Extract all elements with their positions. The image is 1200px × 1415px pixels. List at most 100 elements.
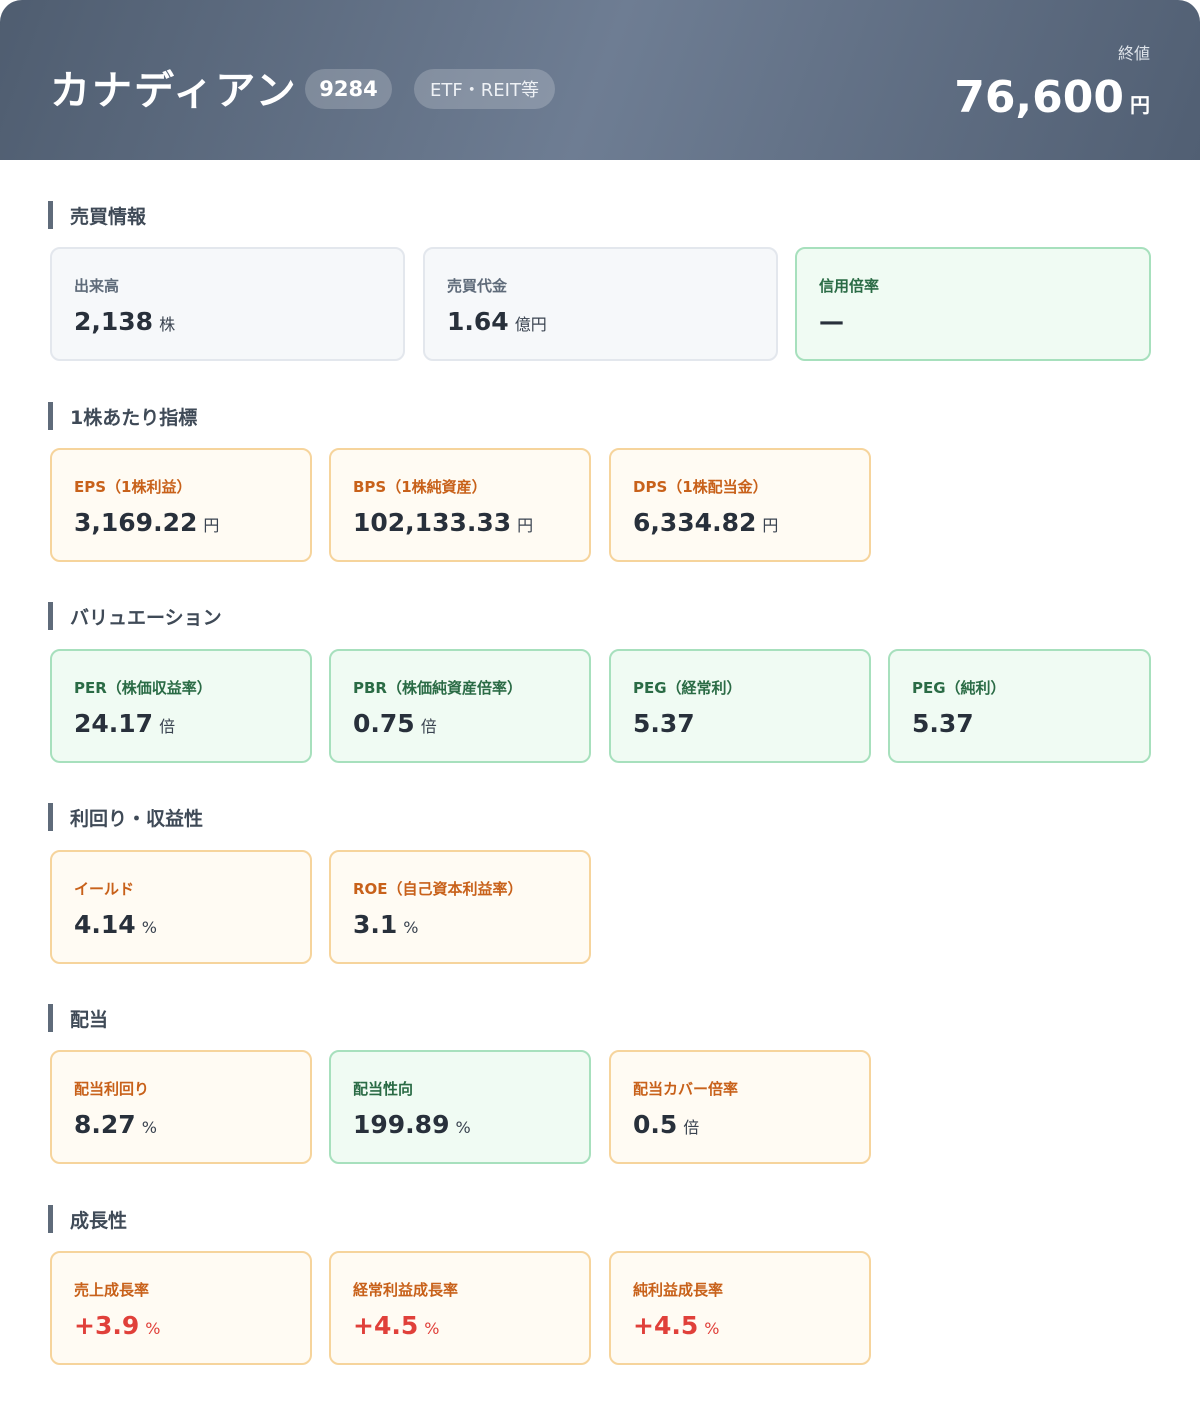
card-value: 0.5 倍	[633, 1110, 699, 1139]
section-title-dividend: 配当	[48, 1004, 108, 1032]
card-unit: %	[141, 1118, 157, 1137]
card-value: 5.37	[633, 709, 701, 738]
card-unit: 円	[762, 516, 779, 535]
card-number: 3.1	[353, 910, 398, 939]
card-unit: 倍	[683, 1118, 700, 1137]
card-number: 2,138	[74, 307, 154, 336]
card-number: 4.14	[74, 910, 136, 939]
card-number: +4.5	[633, 1311, 699, 1340]
card-unit: 億円	[514, 315, 547, 334]
card-number: 6,334.82	[633, 508, 757, 537]
card-trading-value: 売買代金 1.64 億円	[423, 247, 778, 361]
card-number: 102,133.33	[353, 508, 512, 537]
card-unit: %	[455, 1118, 471, 1137]
card-label: 経常利益成長率	[353, 1281, 459, 1299]
card-sales-growth: 売上成長率 +3.9 %	[50, 1251, 312, 1365]
card-unit: 株	[159, 315, 176, 334]
card-value: —	[819, 307, 850, 336]
card-unit: %	[424, 1319, 440, 1338]
card-dividend-yield: 配当利回り 8.27 %	[50, 1050, 312, 1164]
section-title-growth: 成長性	[48, 1205, 127, 1233]
card-dps: DPS（1株配当金） 6,334.82 円	[609, 448, 871, 562]
card-unit: 円	[517, 516, 534, 535]
card-number: —	[819, 307, 844, 336]
card-value: 24.17 倍	[74, 709, 175, 738]
card-label: 信用倍率	[819, 277, 880, 295]
card-number: 3,169.22	[74, 508, 198, 537]
card-value: 5.37	[912, 709, 980, 738]
card-number: +3.9	[74, 1311, 140, 1340]
card-number: 1.64	[447, 307, 509, 336]
card-per: PER（株価収益率） 24.17 倍	[50, 649, 312, 763]
card-label: 配当利回り	[74, 1080, 150, 1098]
card-value: 199.89 %	[353, 1110, 471, 1139]
card-label: 配当カバー倍率	[633, 1080, 739, 1098]
card-value: 1.64 億円	[447, 307, 547, 336]
card-value: +4.5 %	[633, 1311, 719, 1340]
section-title-per-share: 1株あたり指標	[48, 402, 197, 430]
card-unit: 倍	[159, 717, 176, 736]
card-number: 199.89	[353, 1110, 450, 1139]
close-price-label: 終値	[1117, 44, 1150, 63]
stock-code-badge: 9284	[305, 69, 392, 109]
card-peg-ordinary: PEG（経常利） 5.37	[609, 649, 871, 763]
card-peg-net: PEG（純利） 5.37	[888, 649, 1151, 763]
card-label: 配当性向	[353, 1080, 414, 1098]
card-value: 8.27 %	[74, 1110, 157, 1139]
card-value: 4.14 %	[74, 910, 157, 939]
card-net-growth: 純利益成長率 +4.5 %	[609, 1251, 871, 1365]
card-dividend-cover: 配当カバー倍率 0.5 倍	[609, 1050, 871, 1164]
card-number: 8.27	[74, 1110, 136, 1139]
card-label: PER（株価収益率）	[74, 679, 212, 697]
card-value: 0.75 倍	[353, 709, 437, 738]
card-number: 5.37	[912, 709, 974, 738]
card-value: 3,169.22 円	[74, 508, 219, 537]
section-title-valuation: バリュエーション	[48, 602, 222, 630]
card-value: 3.1 %	[353, 910, 419, 939]
stock-name: カナディアン	[50, 68, 298, 114]
card-value: 2,138 株	[74, 307, 175, 336]
section-title-trading: 売買情報	[48, 201, 146, 229]
card-label: 出来高	[74, 277, 120, 295]
card-margin-ratio: 信用倍率 —	[795, 247, 1151, 361]
card-eps: EPS（1株利益） 3,169.22 円	[50, 448, 312, 562]
card-value: 6,334.82 円	[633, 508, 778, 537]
card-label: イールド	[74, 880, 135, 898]
category-badge: ETF・REIT等	[414, 69, 555, 109]
card-label: 純利益成長率	[633, 1281, 724, 1299]
card-unit: %	[403, 918, 419, 937]
close-price: 76,600 円	[954, 72, 1150, 123]
card-label: EPS（1株利益）	[74, 478, 192, 496]
card-label: 売上成長率	[74, 1281, 150, 1299]
card-volume: 出来高 2,138 株	[50, 247, 405, 361]
close-price-value: 76,600	[954, 72, 1124, 123]
card-number: 5.37	[633, 709, 695, 738]
card-ordinary-growth: 経常利益成長率 +4.5 %	[329, 1251, 591, 1365]
card-label: ROE（自己資本利益率）	[353, 880, 523, 898]
card-number: 0.5	[633, 1110, 678, 1139]
card-roe: ROE（自己資本利益率） 3.1 %	[329, 850, 591, 964]
card-number: 0.75	[353, 709, 415, 738]
card-unit: %	[704, 1319, 720, 1338]
section-title-yield: 利回り・収益性	[48, 803, 203, 831]
stock-header: カナディアン 9284 ETF・REIT等 終値 76,600 円	[0, 0, 1200, 160]
card-unit: %	[145, 1319, 161, 1338]
card-number: 24.17	[74, 709, 154, 738]
card-label: BPS（1株純資産）	[353, 478, 487, 496]
card-number: +4.5	[353, 1311, 419, 1340]
card-value: +4.5 %	[353, 1311, 439, 1340]
card-unit: 倍	[420, 717, 437, 736]
close-price-unit: 円	[1130, 93, 1150, 117]
card-payout-ratio: 配当性向 199.89 %	[329, 1050, 591, 1164]
card-value: 102,133.33 円	[353, 508, 533, 537]
card-value: +3.9 %	[74, 1311, 160, 1340]
card-unit: 円	[203, 516, 220, 535]
card-pbr: PBR（株価純資産倍率） 0.75 倍	[329, 649, 591, 763]
card-label: PEG（純利）	[912, 679, 1006, 697]
card-yield: イールド 4.14 %	[50, 850, 312, 964]
card-label: 売買代金	[447, 277, 508, 295]
card-label: PBR（株価純資産倍率）	[353, 679, 522, 697]
card-unit: %	[141, 918, 157, 937]
card-label: DPS（1株配当金）	[633, 478, 768, 496]
card-bps: BPS（1株純資産） 102,133.33 円	[329, 448, 591, 562]
